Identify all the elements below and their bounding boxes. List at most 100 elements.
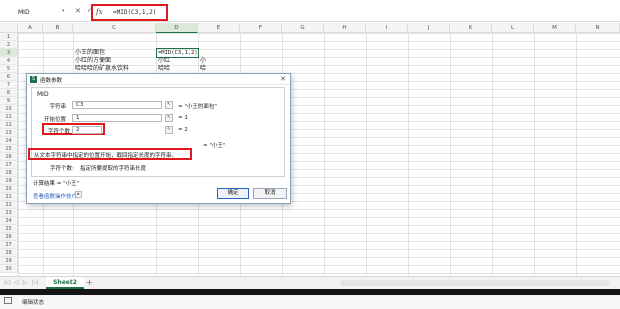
chevron-down-icon[interactable]: ▾ — [62, 8, 65, 14]
row-header[interactable]: 9 — [0, 97, 18, 105]
row-header[interactable]: 17 — [0, 161, 18, 169]
row-header[interactable]: 16 — [0, 153, 18, 161]
arg-label-text: 字符串 — [49, 104, 66, 110]
function-name: MID — [37, 91, 49, 98]
row-header[interactable]: 1 — [0, 33, 18, 41]
name-box[interactable]: MID — [18, 8, 68, 18]
cell-c3[interactable]: 小王的面包 — [75, 49, 105, 57]
status-bar: 编辑状态 — [0, 295, 620, 309]
row-header[interactable]: 3 — [0, 49, 18, 57]
column-header-n[interactable]: N — [576, 23, 620, 33]
row-header[interactable]: 23 — [0, 209, 18, 217]
help-link[interactable]: 查看函数操作技巧 — [33, 192, 77, 200]
first-sheet-icon[interactable]: |◁ — [4, 279, 11, 286]
video-tip-icon[interactable]: ▸ — [75, 191, 82, 198]
column-header-e[interactable]: E — [198, 23, 240, 33]
gridline — [450, 33, 451, 276]
next-sheet-icon[interactable]: ▷ — [23, 279, 28, 286]
gridline — [408, 33, 409, 276]
row-header[interactable]: 25 — [0, 225, 18, 233]
row-header[interactable]: 5 — [0, 65, 18, 73]
row-header[interactable]: 15 — [0, 145, 18, 153]
row-header[interactable]: 11 — [0, 113, 18, 121]
row-header[interactable]: 21 — [0, 193, 18, 201]
gridline — [576, 33, 577, 276]
row-header[interactable]: 19 — [0, 177, 18, 185]
overall-result: = "小王" — [203, 143, 226, 149]
add-sheet-icon[interactable]: + — [86, 278, 93, 287]
dialog-title: 函数参数 — [40, 78, 63, 84]
column-header-d[interactable]: D — [156, 23, 198, 33]
row-header[interactable]: 7 — [0, 81, 18, 89]
function-arguments-dialog: S 函数参数 ✕ MID 字符串 C3 ↖ = "小王的面包" 开始位置 1 ↖… — [26, 73, 291, 204]
row-header[interactable]: 27 — [0, 241, 18, 249]
row-header[interactable]: 4 — [0, 57, 18, 65]
row-header[interactable]: 14 — [0, 137, 18, 145]
close-icon[interactable]: ✕ — [280, 75, 286, 83]
column-header-k[interactable]: K — [450, 23, 492, 33]
row-header[interactable]: 18 — [0, 169, 18, 177]
row-header[interactable]: 8 — [0, 89, 18, 97]
cell-e4[interactable]: 小 — [200, 57, 206, 65]
cell-e5[interactable]: 哈 — [200, 65, 206, 73]
row-header[interactable]: 2 — [0, 41, 18, 49]
arg-input-text[interactable]: C3 — [72, 101, 162, 109]
column-header-l[interactable]: L — [492, 23, 534, 33]
column-header-i[interactable]: I — [366, 23, 408, 33]
ok-button[interactable]: 确定 — [217, 188, 249, 199]
function-description: 从文本字符串中指定的位置开始，截回指定长度的字符串。 — [34, 153, 178, 159]
cancel-icon[interactable]: ✕ — [75, 7, 81, 15]
status-text: 编辑状态 — [22, 300, 45, 306]
row-header[interactable]: 13 — [0, 129, 18, 137]
range-select-icon[interactable]: ↖ — [165, 114, 173, 122]
row-header[interactable]: 28 — [0, 249, 18, 257]
last-sheet-icon[interactable]: ▷| — [32, 279, 39, 286]
arg-result-text: = "小王的面包" — [178, 104, 217, 110]
column-header-h[interactable]: H — [324, 23, 366, 33]
spreadsheet-app-icon: S — [30, 76, 37, 83]
arg-result-start: = 1 — [178, 115, 188, 121]
column-header-a[interactable]: A — [18, 23, 43, 33]
row-header[interactable]: 22 — [0, 201, 18, 209]
arg-help-label: 字符个数: — [50, 166, 74, 172]
prev-sheet-icon[interactable]: ◁ — [14, 279, 19, 286]
arg-label-start: 开始位置 — [43, 117, 66, 123]
cell-c4[interactable]: 小红的方便面 — [75, 57, 111, 65]
gridline — [492, 33, 493, 276]
cell-d3[interactable]: =MID(C3,1,2) — [158, 49, 198, 57]
sheet-tab-bar: |◁ ◁ ▷ ▷| Sheet2 + — [0, 276, 620, 289]
range-select-icon[interactable]: ↖ — [165, 101, 173, 109]
cell-d4[interactable]: 小红 — [158, 57, 170, 65]
column-header-b[interactable]: B — [43, 23, 73, 33]
cell-d5[interactable]: 哈哈 — [158, 65, 170, 73]
column-header-m[interactable]: M — [534, 23, 576, 33]
select-all-corner[interactable] — [0, 23, 18, 33]
row-header[interactable]: 6 — [0, 73, 18, 81]
dialog-title-bar[interactable]: S 函数参数 ✕ — [27, 74, 290, 85]
cell-c5[interactable]: 哈哈哈的矿泉水饮料 — [75, 65, 129, 73]
fx-icon[interactable]: fx — [96, 8, 103, 16]
row-header[interactable]: 30 — [0, 265, 18, 273]
column-header-g[interactable]: G — [282, 23, 324, 33]
column-header-f[interactable]: F — [240, 23, 282, 33]
row-header[interactable]: 29 — [0, 257, 18, 265]
column-header-j[interactable]: J — [408, 23, 450, 33]
tab-sheet2[interactable]: Sheet2 — [46, 277, 84, 289]
formula-bar: MID ▾ ✕ ✓ fx =MID(C3,1,2) — [0, 0, 620, 22]
row-header[interactable]: 24 — [0, 217, 18, 225]
row-header[interactable]: 20 — [0, 185, 18, 193]
macro-icon[interactable] — [4, 297, 12, 304]
row-header[interactable]: 10 — [0, 105, 18, 113]
row-header[interactable]: 26 — [0, 233, 18, 241]
formula-input[interactable]: =MID(C3,1,2) — [113, 9, 156, 16]
range-select-icon[interactable]: ↖ — [165, 126, 173, 134]
spreadsheet-app: MID ▾ ✕ ✓ fx =MID(C3,1,2) A B C D E F G … — [0, 0, 620, 309]
row-header[interactable]: 12 — [0, 121, 18, 129]
gridline — [324, 33, 325, 276]
horizontal-scrollbar[interactable] — [340, 280, 610, 286]
cancel-button[interactable]: 取消 — [253, 188, 287, 199]
column-header-c[interactable]: C — [73, 23, 156, 33]
arg-input-count[interactable]: 2 — [72, 126, 102, 134]
gridline — [534, 33, 535, 276]
arg-input-start[interactable]: 1 — [72, 114, 162, 122]
